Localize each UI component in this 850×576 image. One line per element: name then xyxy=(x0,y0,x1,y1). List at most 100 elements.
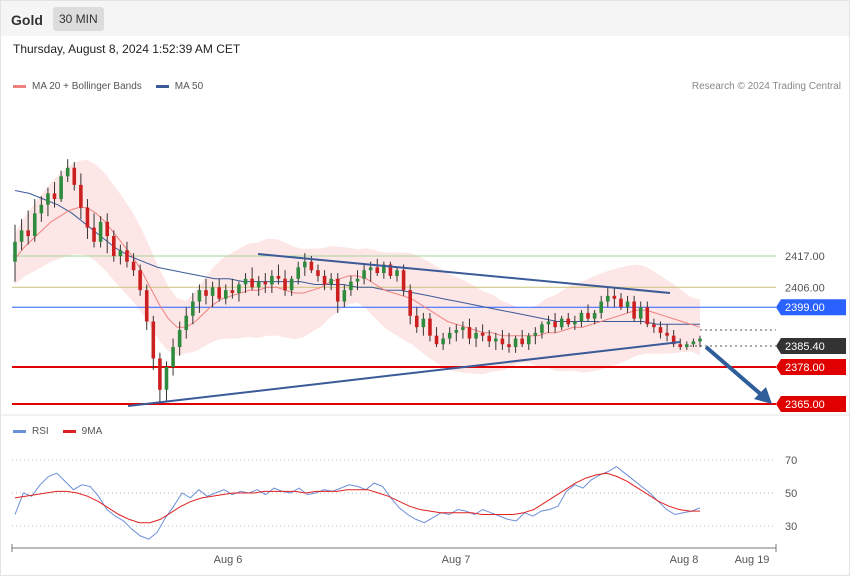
candle-body xyxy=(434,335,439,345)
candle-body xyxy=(500,338,505,345)
candle-body xyxy=(454,330,459,333)
candle-body xyxy=(329,278,333,285)
candle-body xyxy=(270,275,274,285)
candle-body xyxy=(678,344,683,348)
candle-body xyxy=(125,250,129,262)
candle-body xyxy=(414,315,419,328)
candle-body xyxy=(698,338,702,342)
candle-body xyxy=(342,290,347,302)
candle-body xyxy=(592,312,597,319)
candle-body xyxy=(375,267,380,274)
candle-body xyxy=(283,278,287,291)
candle-body xyxy=(652,324,656,328)
rsi-line xyxy=(14,465,701,540)
candle-body xyxy=(658,327,663,333)
candle-body xyxy=(223,290,228,299)
candle-body xyxy=(32,213,37,237)
candle-body xyxy=(138,270,142,291)
support-trendline xyxy=(127,341,681,407)
price-label-2406.00: 2406.00 xyxy=(785,282,825,294)
candle-body xyxy=(625,301,630,308)
candle-body xyxy=(395,270,399,276)
candle-body xyxy=(553,321,557,328)
candle-body xyxy=(533,332,538,336)
candle-body xyxy=(177,330,182,348)
candle-body xyxy=(59,176,63,200)
candle-body xyxy=(263,281,268,285)
candle-body xyxy=(632,301,636,319)
rsi-level-label-30: 30 xyxy=(785,521,797,533)
candle-body xyxy=(243,278,248,285)
x-tick-label: Aug 8 xyxy=(670,554,699,566)
rsi-level-label-50: 50 xyxy=(785,488,797,500)
candle-body xyxy=(164,367,169,390)
candle-body xyxy=(474,332,478,339)
candle-body xyxy=(540,324,544,333)
candle-body xyxy=(85,207,90,228)
candle-body xyxy=(408,290,412,316)
forecast-arrow-shaft xyxy=(704,345,766,399)
candle-body xyxy=(605,295,610,302)
candle-body xyxy=(303,261,307,268)
candle-body xyxy=(507,344,511,348)
candle-body xyxy=(316,270,320,276)
candle-body xyxy=(151,321,156,359)
candle-body xyxy=(421,318,426,328)
candle-body xyxy=(171,347,175,367)
candle-body xyxy=(520,338,524,345)
candle-body xyxy=(467,327,472,339)
candle-body xyxy=(296,267,301,279)
candle-body xyxy=(619,298,623,308)
x-tick-label: Aug 6 xyxy=(214,554,243,566)
candle-body xyxy=(526,335,531,345)
candle-body xyxy=(494,338,498,342)
candle-body xyxy=(191,301,195,316)
candle-body xyxy=(355,278,360,282)
candle-body xyxy=(289,278,294,291)
candle-body xyxy=(447,332,452,339)
price-label-2385.40: 2385.40 xyxy=(785,341,825,353)
candle-body xyxy=(566,318,571,325)
candle-body xyxy=(691,341,696,345)
candle-body xyxy=(26,230,30,237)
candle-body xyxy=(237,284,241,293)
candle-body xyxy=(573,321,577,325)
candle-body xyxy=(118,250,123,256)
candle-body xyxy=(204,290,208,296)
candle-body xyxy=(230,290,235,293)
bollinger-band xyxy=(15,159,700,375)
candle-body xyxy=(546,321,551,325)
candle-body xyxy=(276,275,281,279)
candle-body xyxy=(645,307,650,325)
candle-body xyxy=(250,278,254,288)
candle-body xyxy=(638,307,643,319)
candle-body xyxy=(256,281,261,288)
candle-body xyxy=(92,227,96,242)
candle-body xyxy=(65,167,70,177)
price-label-2365.00: 2365.00 xyxy=(785,399,825,411)
candle-body xyxy=(480,332,485,336)
price-label-2417.00: 2417.00 xyxy=(785,251,825,263)
candle-body xyxy=(441,338,445,345)
candle-body xyxy=(513,338,518,348)
candle-body xyxy=(79,184,83,208)
candle-body xyxy=(39,204,44,214)
candle-body xyxy=(401,270,406,291)
candle-body xyxy=(184,315,189,330)
candle-body xyxy=(586,312,590,319)
rsi-level-label-70: 70 xyxy=(785,455,797,467)
rsi-ma-line xyxy=(14,472,700,524)
candle-body xyxy=(52,193,57,200)
candle-body xyxy=(685,344,689,348)
price-chart[interactable]: 2417.00 2406.00 2399.00 2385.40 2378.00 2365.… xyxy=(0,0,850,576)
candle-body xyxy=(98,221,103,242)
candle-body xyxy=(13,241,17,262)
candle-body xyxy=(210,287,215,296)
candle-body xyxy=(428,318,432,336)
candle-body xyxy=(368,267,373,271)
candle-body xyxy=(559,318,564,328)
candle-body xyxy=(487,335,492,342)
price-label-2399.00: 2399.00 xyxy=(785,302,825,314)
candle-body xyxy=(72,167,77,185)
candle-body xyxy=(309,261,314,271)
